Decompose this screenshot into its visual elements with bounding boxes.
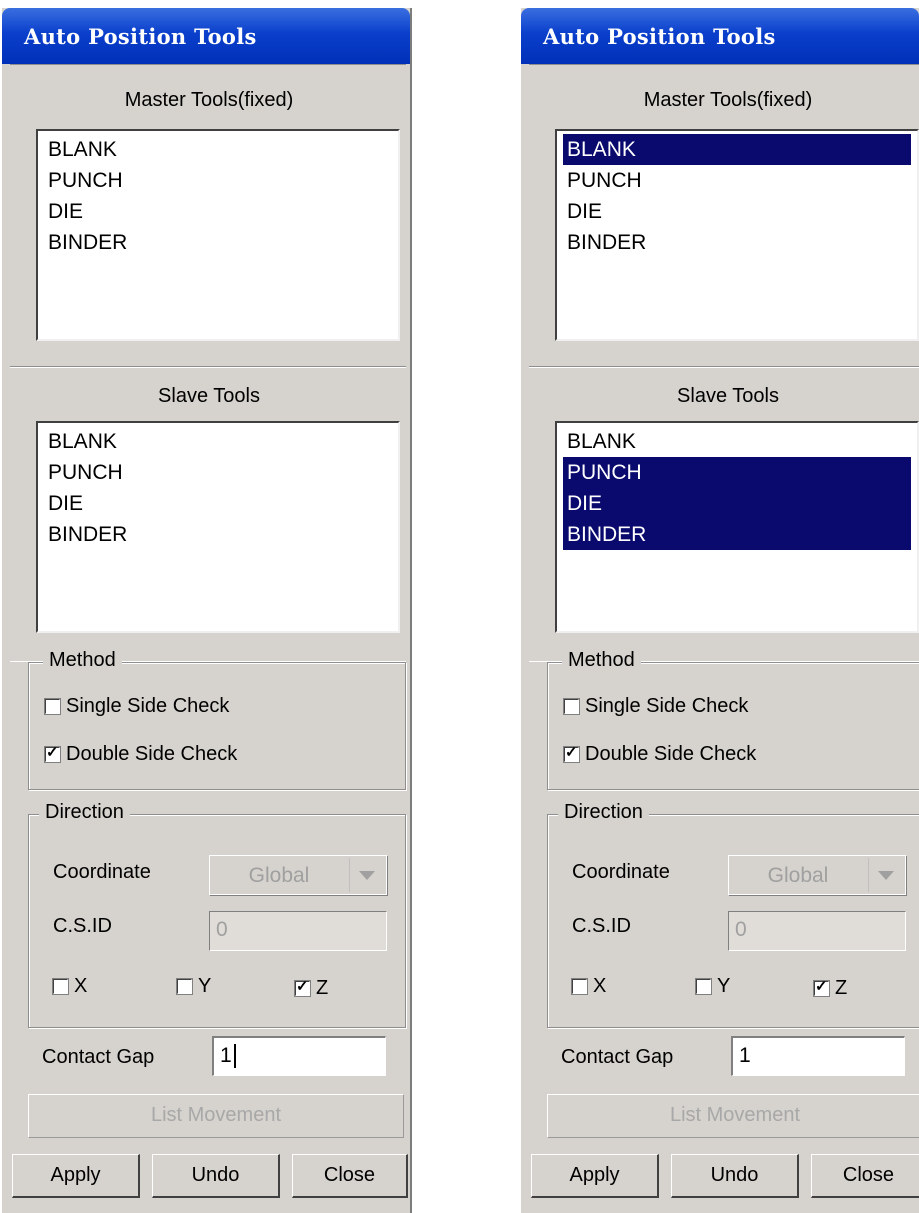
slave-tools-label: Slave Tools [158,385,260,407]
title-bar[interactable]: Auto Position Tools [2,8,410,64]
axis-y-label: Y [198,975,212,997]
text-caret [233,1044,236,1069]
double-side-check-label: Double Side Check [585,743,757,765]
master-tools-section: Master Tools(fixed) BLANK PUNCH DIE BINDER [10,64,406,368]
list-item[interactable]: DIE [44,196,392,227]
coordinate-value: Global [248,864,310,887]
list-item[interactable]: DIE [563,196,911,227]
axis-x-option[interactable]: X [53,975,87,998]
single-side-check-label: Single Side Check [585,695,749,717]
coordinate-label: Coordinate [53,861,151,883]
coordinate-select[interactable]: Global [209,855,387,895]
apply-button[interactable]: Apply [531,1154,659,1198]
direction-group: Direction Coordinate Global C.S.ID 0 X Y… [547,801,919,1028]
apply-button[interactable]: Apply [12,1154,140,1198]
slave-tools-section: Slave Tools BLANK PUNCH DIE BINDER [529,366,919,662]
csid-field[interactable]: 0 [728,911,906,951]
list-item[interactable]: PUNCH [44,165,392,196]
direction-group-title: Direction [39,801,130,824]
chevron-down-icon[interactable] [868,858,903,892]
coordinate-select[interactable]: Global [728,855,906,895]
contact-gap-field[interactable]: 1 [212,1036,386,1076]
list-item[interactable]: BINDER [563,227,911,258]
contact-gap-field[interactable]: 1 [731,1036,905,1076]
double-side-check-label: Double Side Check [66,743,238,765]
slave-tools-list[interactable]: BLANK PUNCH DIE BINDER [555,421,919,633]
master-tools-section: Master Tools(fixed) BLANK PUNCH DIE BINDER [529,64,919,368]
list-item[interactable]: BLANK [563,134,911,165]
master-tools-label: Master Tools(fixed) [643,89,813,111]
coordinate-label: Coordinate [572,861,670,883]
axis-x-label: X [593,975,607,997]
list-item[interactable]: PUNCH [44,457,392,488]
axis-z-label: Z [316,977,329,999]
list-item[interactable]: BINDER [44,227,392,258]
master-tools-list[interactable]: BLANK PUNCH DIE BINDER [36,129,400,341]
axis-x-checkbox[interactable] [572,979,587,994]
close-button[interactable]: Close [811,1154,919,1198]
single-side-check-label: Single Side Check [66,695,230,717]
axis-y-checkbox[interactable] [177,979,192,994]
axis-z-option[interactable]: Z [814,977,847,1000]
master-tools-list[interactable]: BLANK PUNCH DIE BINDER [555,129,919,341]
auto-position-tools-dialog: Auto Position Tools Master Tools(fixed) … [0,8,412,1213]
list-item[interactable]: BINDER [563,519,911,550]
csid-label: C.S.ID [572,915,631,937]
axis-y-label: Y [717,975,731,997]
double-side-checkbox[interactable] [564,743,579,762]
list-item[interactable]: DIE [44,488,392,519]
single-side-checkbox[interactable] [564,699,579,714]
slave-tools-label: Slave Tools [677,385,779,407]
slave-tools-section: Slave Tools BLANK PUNCH DIE BINDER [10,366,406,662]
csid-field[interactable]: 0 [209,911,387,951]
method-group: Method Single Side Check Double Side Che… [547,649,919,790]
single-side-checkbox[interactable] [45,699,60,714]
axis-x-label: X [74,975,88,997]
chevron-down-icon[interactable] [349,858,384,892]
undo-button[interactable]: Undo [152,1154,280,1198]
list-item[interactable]: PUNCH [563,165,911,196]
axis-y-checkbox[interactable] [696,979,711,994]
contact-gap-value: 1 [220,1044,232,1067]
axis-z-checkbox[interactable] [295,977,310,996]
method-group-title: Method [43,649,122,672]
single-side-check-option[interactable]: Single Side Check [564,695,748,718]
window-title: Auto Position Tools [24,24,257,49]
list-item[interactable]: BLANK [44,134,392,165]
method-group-title: Method [562,649,641,672]
slave-tools-list[interactable]: BLANK PUNCH DIE BINDER [36,421,400,633]
list-item[interactable]: BINDER [44,519,392,550]
direction-group: Direction Coordinate Global C.S.ID 0 X Y… [28,801,406,1028]
list-movement-button[interactable]: List Movement [547,1094,919,1138]
csid-label: C.S.ID [53,915,112,937]
axis-z-checkbox[interactable] [814,977,829,996]
auto-position-tools-dialog: Auto Position Tools Master Tools(fixed) … [519,8,919,1213]
axis-z-label: Z [835,977,848,999]
coordinate-value: Global [767,864,829,887]
double-side-check-option[interactable]: Double Side Check [564,743,756,766]
direction-group-title: Direction [558,801,649,824]
list-item[interactable]: BLANK [44,426,392,457]
contact-gap-value: 1 [739,1044,751,1067]
double-side-check-option[interactable]: Double Side Check [45,743,237,766]
single-side-check-option[interactable]: Single Side Check [45,695,229,718]
list-movement-button[interactable]: List Movement [28,1094,404,1138]
axis-x-checkbox[interactable] [53,979,68,994]
master-tools-label: Master Tools(fixed) [124,89,294,111]
close-button[interactable]: Close [292,1154,408,1198]
title-bar[interactable]: Auto Position Tools [521,8,919,64]
list-item[interactable]: BLANK [563,426,911,457]
contact-gap-label: Contact Gap [561,1046,674,1068]
list-item[interactable]: PUNCH [563,457,911,488]
contact-gap-label: Contact Gap [42,1046,155,1068]
axis-y-option[interactable]: Y [177,975,211,998]
axis-x-option[interactable]: X [572,975,606,998]
list-item[interactable]: DIE [563,488,911,519]
axis-z-option[interactable]: Z [295,977,328,1000]
axis-y-option[interactable]: Y [696,975,730,998]
double-side-checkbox[interactable] [45,743,60,762]
method-group: Method Single Side Check Double Side Che… [28,649,406,790]
undo-button[interactable]: Undo [671,1154,799,1198]
window-title: Auto Position Tools [543,24,776,49]
